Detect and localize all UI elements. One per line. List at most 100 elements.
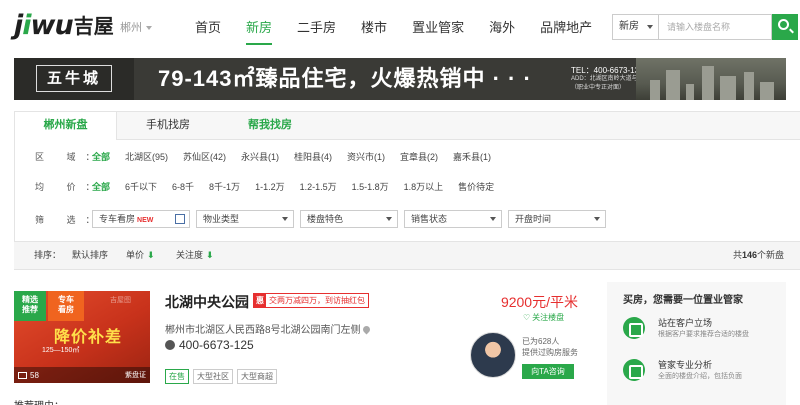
agent-served-count: 628 <box>538 337 552 346</box>
map-pin-icon[interactable] <box>361 324 372 335</box>
car-viewing-ribbon-text: 专车 看房 <box>58 295 74 314</box>
logo-chinese: 吉屋 <box>73 16 114 38</box>
sort-price[interactable]: 单价 ⬇ <box>126 242 155 269</box>
nav-home[interactable]: 首页 <box>184 0 232 56</box>
photo-count: 58 <box>18 371 39 380</box>
search-icon <box>778 19 789 30</box>
price-option[interactable]: 1.5-1.8万 <box>352 180 389 193</box>
banner-cityscape-image <box>636 58 786 100</box>
thumbnail-watermark: 吉屋图 <box>110 297 131 304</box>
price-option[interactable]: 6千以下 <box>125 180 157 193</box>
price-label: 均 价： <box>35 182 105 192</box>
sales-status-select[interactable]: 销售状态 <box>404 210 502 228</box>
agent-served: 已为628人 <box>522 336 578 347</box>
area-option[interactable]: 苏仙区(42) <box>183 150 226 163</box>
search-type-select[interactable]: 新房 <box>613 15 659 39</box>
nav-overseas[interactable]: 海外 <box>478 0 526 56</box>
arrow-down-icon: ⬇ <box>206 250 214 260</box>
area-option[interactable]: 桂阳县(4) <box>294 150 332 163</box>
area-option[interactable]: 北湖区(95) <box>125 150 168 163</box>
count-prefix: 共 <box>732 250 742 260</box>
promo-tag[interactable]: 惠 交两万减四万，到访抽红包 <box>253 293 369 308</box>
banner-brand: 五牛城 <box>36 65 113 92</box>
camera-icon <box>18 372 27 379</box>
screen-label: 筛 选： <box>35 214 105 225</box>
screen-filter-row: 筛 选： 专车看房 NEW 物业类型 楼盘特色 销售状态 开盘时间 <box>35 210 612 228</box>
follow-label: 关注楼盘 <box>532 313 565 322</box>
property-type-label: 物业类型 <box>203 214 240 224</box>
property-type-select[interactable]: 物业类型 <box>196 210 294 228</box>
new-badge: NEW <box>137 217 154 224</box>
nav-butler[interactable]: 置业管家 <box>401 0 475 56</box>
price-option[interactable]: 1-1.2万 <box>255 180 285 193</box>
price-option[interactable]: 6-8千 <box>172 180 194 193</box>
promo-banner[interactable]: 五牛城 79-143㎡臻品住宅，火爆热销中 · · · TEL：400-6673… <box>14 58 786 100</box>
follow-button[interactable]: ♡ 关注楼盘 <box>523 312 564 323</box>
feature-select[interactable]: 楼盘特色 <box>300 210 398 228</box>
thumbnail-headline: 降价补差 <box>54 329 123 346</box>
car-viewing-label: 专车看房 <box>99 214 136 224</box>
car-viewing-checkbox[interactable] <box>175 214 185 224</box>
tab-help-find[interactable]: 帮我找房 <box>219 112 321 139</box>
benefit-title: 站在客户立场 <box>658 318 713 328</box>
nav-market[interactable]: 楼市 <box>350 0 398 56</box>
listing-phone: 400-6673-125 <box>165 338 254 352</box>
count-number: 146 <box>741 250 757 260</box>
result-count: 共146个新盘 <box>733 242 784 269</box>
price-option[interactable]: 8千-1万 <box>209 180 240 193</box>
arrow-down-icon: ⬇ <box>147 250 155 260</box>
benefit-title: 管家专业分析 <box>658 360 713 370</box>
sort-price-label: 单价 <box>126 250 145 260</box>
area-option[interactable]: 嘉禾县(1) <box>453 150 491 163</box>
benefit-desc: 全面的楼盘介绍，包括负面 <box>658 373 742 380</box>
chevron-down-icon <box>146 26 152 31</box>
listing-price: 9200元/平米 <box>500 294 578 310</box>
analysis-icon <box>623 359 645 381</box>
heart-icon: ♡ <box>523 313 531 322</box>
car-viewing-toggle[interactable]: 专车看房 NEW <box>92 210 190 228</box>
listing-phone-number: 400-6673-125 <box>179 338 254 352</box>
area-option[interactable]: 宜章县(2) <box>400 150 438 163</box>
building-shape <box>702 66 714 100</box>
tab-city-new[interactable]: 郴州新盘 <box>15 112 117 140</box>
price-option[interactable]: 售价待定 <box>458 180 494 193</box>
sort-default[interactable]: 默认排序 <box>72 242 108 269</box>
sort-bar: 排序： 默认排序 单价 ⬇ 关注度 ⬇ 共146个新盘 <box>14 241 800 269</box>
city-selector[interactable]: 郴州 <box>120 19 152 35</box>
area-option[interactable]: 资兴市(1) <box>347 150 385 163</box>
area-option[interactable]: 全部 <box>92 150 110 163</box>
feature-label: 楼盘特色 <box>307 214 344 224</box>
nav-new-homes[interactable]: 新房 <box>235 0 283 56</box>
opening-time-select[interactable]: 开盘时间 <box>508 210 606 228</box>
building-shape <box>650 80 660 100</box>
price-option[interactable]: 1.2-1.5万 <box>300 180 337 193</box>
area-filter-row: 区 域： 全部 北湖区(95) 苏仙区(42) 永兴县(1) 桂阳县(4) 资兴… <box>35 150 506 163</box>
nav-resale[interactable]: 二手房 <box>286 0 347 56</box>
area-option[interactable]: 永兴县(1) <box>241 150 279 163</box>
feature-tag: 大型社区 <box>193 369 233 384</box>
listing-thumbnail[interactable]: 精选 推荐 专车 看房 吉屋图 降价补差 125—150㎡ 58 紫盘证 <box>14 291 150 383</box>
listing-title[interactable]: 北湖中央公园 <box>165 292 249 312</box>
promo-text: 交两万减四万，到访抽红包 <box>269 296 365 305</box>
site-logo[interactable]: jiwu 吉屋 <box>14 12 114 40</box>
price-option[interactable]: 全部 <box>92 180 110 193</box>
consult-agent-button[interactable]: 向TA咨询 <box>522 364 574 379</box>
opening-time-label: 开盘时间 <box>515 214 552 224</box>
building-shape <box>666 70 680 100</box>
butler-benefit-item: 管家专业分析 全面的楼盘介绍，包括负面 <box>621 358 786 388</box>
butler-panel-heading: 买房，您需要一位置业管家 <box>623 295 743 306</box>
search-button[interactable] <box>772 14 798 40</box>
tab-mobile-search[interactable]: 手机找房 <box>117 112 219 139</box>
coins-icon <box>623 317 645 339</box>
nav-brand[interactable]: 品牌地产 <box>529 0 603 56</box>
chevron-down-icon <box>594 217 600 221</box>
agent-avatar[interactable] <box>470 332 516 378</box>
agent-served-suffix: 人 <box>551 337 560 346</box>
price-option[interactable]: 1.8万以上 <box>404 180 444 193</box>
search-input[interactable] <box>659 15 771 39</box>
listing-address: 郴州市北湖区人民西路8号北湖公园南门左侧 <box>165 321 372 336</box>
phone-icon <box>165 340 175 350</box>
sort-popularity[interactable]: 关注度 ⬇ <box>176 242 214 269</box>
building-shape <box>720 76 736 100</box>
promo-badge: 惠 <box>254 294 266 307</box>
